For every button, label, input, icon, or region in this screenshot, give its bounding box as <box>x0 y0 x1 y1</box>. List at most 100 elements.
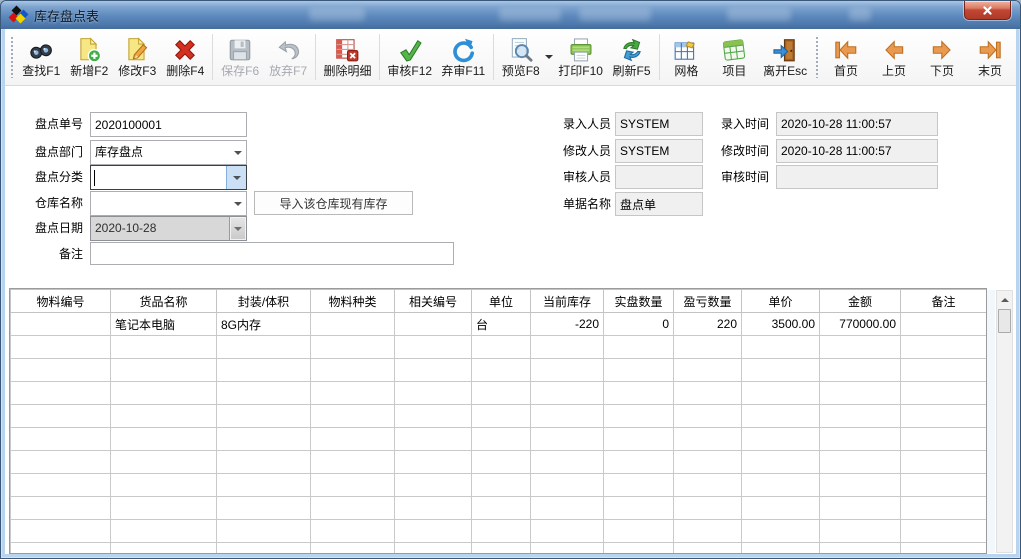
grid-cell[interactable] <box>603 450 674 474</box>
grid-cell[interactable] <box>216 450 311 474</box>
grid-cell[interactable] <box>216 542 311 553</box>
grid-cell[interactable] <box>900 358 986 382</box>
grid-cell[interactable] <box>394 312 472 336</box>
grid-header-cell[interactable]: 单位 <box>471 289 531 313</box>
grid-cell[interactable] <box>471 542 531 553</box>
grid-cell[interactable]: 0 <box>603 312 674 336</box>
grid-cell[interactable] <box>471 450 531 474</box>
toolbar-button-grid[interactable]: 网格 <box>662 31 710 83</box>
grid-cell[interactable] <box>603 404 674 428</box>
grid-cell[interactable] <box>310 427 395 451</box>
grid-cell[interactable] <box>741 473 820 497</box>
grid-cell[interactable] <box>216 358 311 382</box>
grid-cell[interactable] <box>673 542 742 553</box>
scrollbar-thumb[interactable] <box>998 309 1011 333</box>
grid-cell[interactable] <box>819 381 901 405</box>
grid-header-cell[interactable]: 物料种类 <box>310 289 395 313</box>
grid-cell[interactable] <box>471 381 531 405</box>
grid-cell[interactable] <box>900 450 986 474</box>
grid-cell[interactable]: 台 <box>471 312 531 336</box>
modify-time-field[interactable] <box>776 139 938 163</box>
grid-cell[interactable] <box>603 335 674 359</box>
import-stock-button[interactable]: 导入该仓库现有库存 <box>254 191 413 215</box>
toolbar-button-exit[interactable]: 离开Esc <box>758 31 811 83</box>
grid-cell[interactable] <box>110 519 217 543</box>
grid-cell[interactable] <box>819 496 901 520</box>
grid-cell[interactable] <box>673 335 742 359</box>
grid-cell[interactable] <box>216 427 311 451</box>
grid-cell[interactable] <box>10 496 111 520</box>
grid-cell[interactable] <box>310 358 395 382</box>
grid-cell[interactable] <box>471 335 531 359</box>
grid-cell[interactable] <box>10 312 111 336</box>
grid-cell[interactable] <box>530 496 604 520</box>
grid-cell[interactable] <box>394 358 472 382</box>
grid-cell[interactable] <box>819 427 901 451</box>
grid-cell[interactable] <box>471 519 531 543</box>
grid-cell[interactable] <box>603 496 674 520</box>
grid-cell[interactable] <box>216 381 311 405</box>
toolbar-button-prev-page[interactable]: 上页 <box>870 31 918 83</box>
grid-cell[interactable] <box>741 404 820 428</box>
grid-cell[interactable] <box>603 427 674 451</box>
grid-cell[interactable] <box>530 358 604 382</box>
grid-cell[interactable] <box>110 427 217 451</box>
toolbar-grip[interactable] <box>813 35 820 78</box>
grid-cell[interactable] <box>471 404 531 428</box>
grid-cell[interactable] <box>819 335 901 359</box>
grid-cell[interactable] <box>900 427 986 451</box>
category-combo[interactable] <box>90 165 247 190</box>
grid-cell[interactable] <box>603 473 674 497</box>
grid-cell[interactable] <box>900 404 986 428</box>
grid-cell[interactable] <box>530 427 604 451</box>
grid-header-cell[interactable]: 物料编号 <box>10 289 111 313</box>
grid-cell[interactable] <box>741 381 820 405</box>
grid-cell[interactable] <box>10 519 111 543</box>
grid-cell[interactable] <box>10 358 111 382</box>
toolbar-button-modify[interactable]: 修改F3 <box>113 31 161 83</box>
audit-user-field[interactable] <box>615 165 703 189</box>
grid-cell[interactable] <box>530 473 604 497</box>
grid-cell[interactable] <box>110 381 217 405</box>
entry-time-field[interactable] <box>776 112 938 136</box>
grid-cell[interactable] <box>110 473 217 497</box>
grid-cell[interactable] <box>110 358 217 382</box>
grid-cell[interactable] <box>900 381 986 405</box>
grid-cell[interactable] <box>819 404 901 428</box>
grid-cell[interactable] <box>603 542 674 553</box>
audit-time-field[interactable] <box>776 165 938 189</box>
dropdown-arrow-icon[interactable] <box>229 217 246 240</box>
grid-cell[interactable] <box>530 519 604 543</box>
grid-cell[interactable] <box>394 519 472 543</box>
grid-cell[interactable] <box>10 404 111 428</box>
grid-cell[interactable] <box>394 381 472 405</box>
warehouse-combo[interactable] <box>90 191 247 216</box>
grid-cell[interactable] <box>900 496 986 520</box>
toolbar-button-refresh[interactable]: 刷新F5 <box>608 31 656 83</box>
grid-cell[interactable] <box>530 381 604 405</box>
grid-cell[interactable] <box>673 358 742 382</box>
toolbar-button-add[interactable]: 新增F2 <box>65 31 113 83</box>
grid-cell[interactable] <box>819 450 901 474</box>
grid-cell[interactable] <box>900 542 986 553</box>
grid-cell[interactable] <box>110 404 217 428</box>
grid-cell[interactable] <box>310 519 395 543</box>
grid-cell[interactable] <box>819 358 901 382</box>
grid-cell[interactable] <box>394 335 472 359</box>
grid-cell[interactable] <box>10 381 111 405</box>
grid-cell[interactable] <box>819 542 901 553</box>
grid-cell[interactable]: 770000.00 <box>819 312 901 336</box>
grid-cell[interactable] <box>741 496 820 520</box>
grid-cell[interactable] <box>394 542 472 553</box>
titlebar[interactable]: 库存盘点表 <box>1 1 1020 29</box>
grid-header-cell[interactable]: 备注 <box>900 289 986 313</box>
grid-cell[interactable] <box>216 473 311 497</box>
grid-cell[interactable] <box>216 404 311 428</box>
doc-name-field[interactable] <box>615 192 703 216</box>
grid-cell[interactable] <box>394 473 472 497</box>
toolbar-button-next-page[interactable]: 下页 <box>918 31 966 83</box>
inventory-no-input[interactable] <box>90 112 247 137</box>
grid-cell[interactable] <box>603 519 674 543</box>
toolbar-grip[interactable] <box>9 35 16 78</box>
toolbar-button-preview[interactable]: 预览F8 <box>497 31 545 83</box>
